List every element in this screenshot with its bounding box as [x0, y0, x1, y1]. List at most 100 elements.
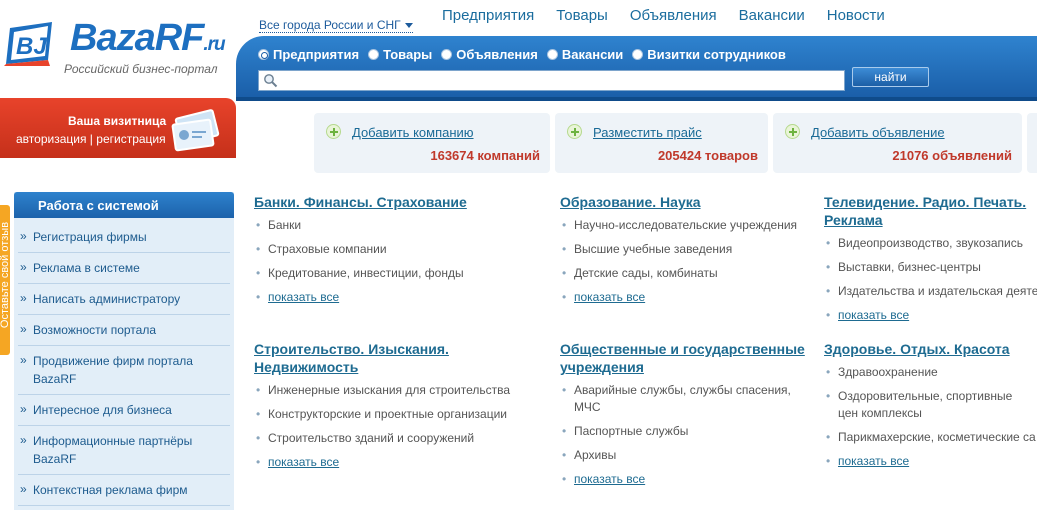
list-item[interactable]: Страховые компании: [254, 241, 504, 258]
category-banks: Банки. Финансы. Страхование Банки Страхо…: [254, 193, 504, 313]
category-public-institutions: Общественные и государственные учреждени…: [560, 340, 810, 495]
show-all-link[interactable]: показать все: [824, 453, 1037, 470]
goods-count: 205424 товаров: [657, 148, 758, 163]
search-button[interactable]: найти: [852, 67, 929, 87]
list-item[interactable]: Оздоровительные, спортивные цен комплекс…: [824, 388, 1024, 422]
sidebar-item-business-interesting[interactable]: Интересное для бизнеса: [18, 395, 230, 426]
list-item[interactable]: Детские сады, комбинаты: [560, 265, 810, 282]
category-title[interactable]: Телевидение. Радио. Печать. Реклама: [824, 193, 1037, 229]
category-health: Здоровье. Отдых. Красота Здравоохранение…: [824, 340, 1037, 477]
list-item[interactable]: Инженерные изыскания для строительства: [254, 382, 524, 399]
category-list: Здравоохранение Оздоровительные, спортив…: [824, 364, 1037, 470]
logo-slogan: Российский бизнес-портал: [64, 62, 218, 76]
site-logo[interactable]: BJ BazaRF.ru Российский бизнес-портал: [4, 14, 239, 84]
sidebar-item-promotion[interactable]: Продвижение фирм портала BazaRF: [18, 346, 230, 395]
nav-news[interactable]: Новости: [827, 7, 885, 24]
stat-box-partial: [1027, 113, 1037, 173]
business-card-title: Ваша визитница: [68, 114, 167, 128]
search-input[interactable]: [281, 72, 841, 89]
show-all-link[interactable]: показать все: [254, 454, 524, 471]
list-item[interactable]: Парикмахерские, косметические са: [824, 429, 1037, 446]
sidebar-item-portal-features[interactable]: Возможности портала: [18, 315, 230, 346]
category-list: Банки Страховые компании Кредитование, и…: [254, 217, 504, 306]
business-card-links: авторизация | регистрация: [16, 132, 166, 146]
category-construction: Строительство. Изыскания. Недвижимость И…: [254, 340, 524, 478]
stat-ads: Добавить объявление 21076 объявлений: [773, 113, 1022, 173]
plus-icon: [785, 124, 800, 139]
sidebar-menu: Регистрация фирмы Реклама в системе Напи…: [18, 222, 230, 506]
scope-employee-cards[interactable]: Визитки сотрудников: [632, 47, 786, 62]
nav-ads[interactable]: Объявления: [630, 7, 717, 24]
add-ad-link[interactable]: Добавить объявление: [811, 125, 945, 140]
stat-goods: Разместить прайс 205424 товаров: [555, 113, 768, 173]
chevron-down-icon: [404, 23, 413, 29]
companies-count: 163674 компаний: [430, 148, 540, 163]
city-select[interactable]: Все города России и СНГ: [259, 18, 413, 33]
radio-checked-icon[interactable]: [258, 49, 269, 60]
sidebar-item-register-firm[interactable]: Регистрация фирмы: [18, 222, 230, 253]
list-item[interactable]: Банки: [254, 217, 504, 234]
list-item[interactable]: Строительство зданий и сооружений: [254, 430, 524, 447]
list-item[interactable]: Паспортные службы: [560, 423, 810, 440]
add-company-link[interactable]: Добавить компанию: [352, 125, 474, 140]
list-item[interactable]: Кредитование, инвестиции, фонды: [254, 265, 504, 282]
feedback-tab[interactable]: Оставьте свой отзыв: [0, 205, 10, 355]
list-item[interactable]: Издательства и издательская деяте: [824, 283, 1037, 300]
category-list: Видеопроизводство, звукозапись Выставки,…: [824, 235, 1037, 324]
category-title[interactable]: Общественные и государственные учреждени…: [560, 340, 810, 376]
list-item[interactable]: Архивы: [560, 447, 810, 464]
scope-goods[interactable]: Товары: [368, 47, 432, 62]
stat-companies: Добавить компанию 163674 компаний: [314, 113, 550, 173]
search-scope-group: Предприятия Товары Объявления Вакансии В…: [258, 47, 786, 62]
link-separator: |: [89, 132, 93, 146]
radio-icon[interactable]: [632, 49, 644, 60]
login-link[interactable]: авторизация: [16, 132, 86, 146]
scope-vacancies[interactable]: Вакансии: [546, 47, 623, 62]
nav-enterprises[interactable]: Предприятия: [442, 7, 534, 24]
nav-vacancies[interactable]: Вакансии: [739, 7, 805, 24]
list-item[interactable]: Аварийные службы, службы спасения, МЧС: [560, 382, 796, 416]
logo-wordmark: BazaRF.ru: [70, 17, 226, 59]
plus-icon: [567, 124, 582, 139]
radio-icon[interactable]: [368, 49, 380, 60]
show-all-link[interactable]: показать все: [254, 289, 504, 306]
sidebar-item-advertising[interactable]: Реклама в системе: [18, 253, 230, 284]
svg-text:BJ: BJ: [16, 33, 47, 60]
business-cards-icon: [171, 109, 220, 152]
list-item[interactable]: Конструкторские и проектные организации: [254, 406, 524, 423]
category-list: Инженерные изыскания для строительства К…: [254, 382, 524, 471]
top-nav: Предприятия Товары Объявления Вакансии Н…: [442, 7, 885, 24]
list-item[interactable]: Выставки, бизнес-центры: [824, 259, 1037, 276]
show-all-link[interactable]: показать все: [560, 471, 810, 488]
sidebar-item-context-ads[interactable]: Контекстная реклама фирм: [18, 475, 230, 506]
category-list: Аварийные службы, службы спасения, МЧС П…: [560, 382, 810, 488]
category-media: Телевидение. Радио. Печать. Реклама Виде…: [824, 193, 1037, 331]
show-all-link[interactable]: показать все: [824, 307, 1037, 324]
feedback-tab-label: Оставьте свой отзыв: [0, 221, 10, 329]
list-item[interactable]: Здравоохранение: [824, 364, 1037, 381]
category-title[interactable]: Здоровье. Отдых. Красота: [824, 340, 1037, 358]
nav-goods[interactable]: Товары: [556, 7, 608, 24]
category-title[interactable]: Образование. Наука: [560, 193, 810, 211]
category-list: Научно-исследовательские учреждения Высш…: [560, 217, 810, 306]
scope-enterprises[interactable]: Предприятия: [258, 47, 359, 62]
sidebar-item-write-admin[interactable]: Написать администратору: [18, 284, 230, 315]
category-title[interactable]: Банки. Финансы. Страхование: [254, 193, 504, 211]
show-all-link[interactable]: показать все: [560, 289, 810, 306]
sidebar-title: Работа с системой: [14, 192, 234, 218]
sidebar: Работа с системой Регистрация фирмы Рекл…: [14, 192, 234, 510]
list-item[interactable]: Видеопроизводство, звукозапись: [824, 235, 1037, 252]
search-icon: [264, 74, 278, 88]
register-link[interactable]: регистрация: [96, 132, 165, 146]
radio-icon[interactable]: [546, 49, 558, 60]
add-price-link[interactable]: Разместить прайс: [593, 125, 702, 140]
radio-icon[interactable]: [441, 49, 453, 60]
list-item[interactable]: Научно-исследовательские учреждения: [560, 217, 810, 234]
search-field[interactable]: [258, 70, 845, 91]
category-education: Образование. Наука Научно-исследовательс…: [560, 193, 810, 313]
list-item[interactable]: Высшие учебные заведения: [560, 241, 810, 258]
city-select-label: Все города России и СНГ: [259, 18, 401, 32]
sidebar-item-info-partners[interactable]: Информационные партнёры BazaRF: [18, 426, 230, 475]
scope-ads[interactable]: Объявления: [441, 47, 538, 62]
category-title[interactable]: Строительство. Изыскания. Недвижимость: [254, 340, 474, 376]
